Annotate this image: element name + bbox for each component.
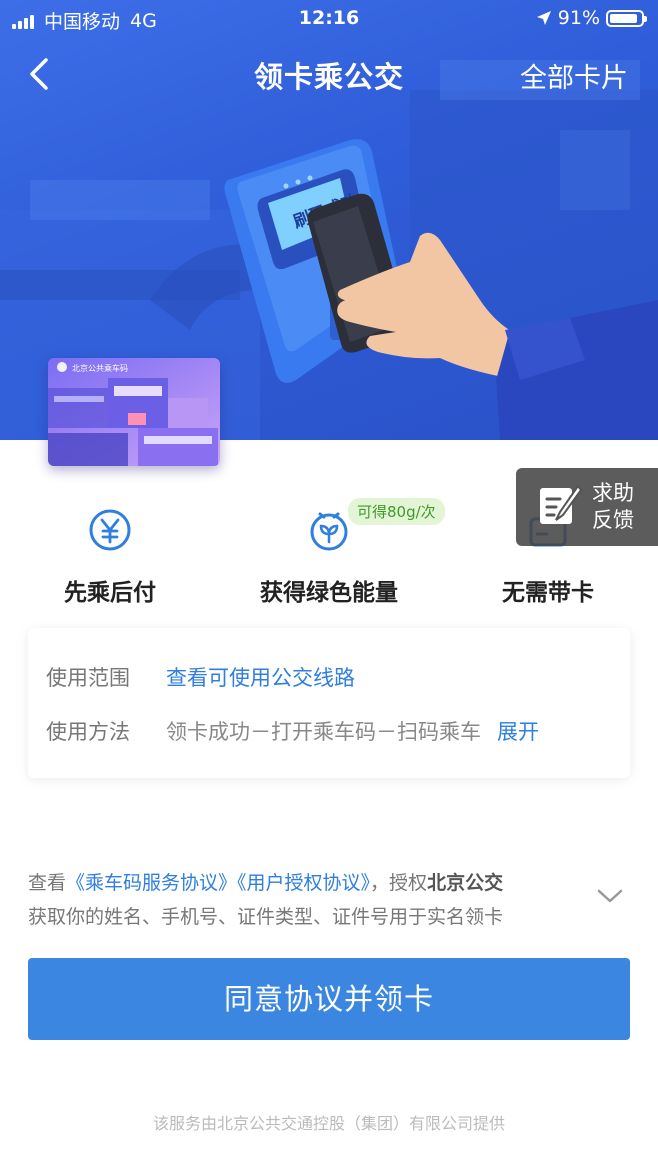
scope-row: 使用范围 查看可使用公交线路 [46,662,355,692]
sprout-icon [310,512,348,551]
all-cards-button[interactable]: 全部卡片 [520,56,628,95]
feature-label: 获得绿色能量 [260,580,398,606]
agreement-mid: ，授权 [370,872,428,894]
method-value: 领卡成功－打开乘车码－扫码乘车 [166,720,481,744]
agreement-prefix: 查看 [28,872,67,894]
card-thumbnail[interactable]: 北京公共乘车码 [48,358,220,466]
feedback-label: 反馈 [592,508,634,532]
feature-label: 无需带卡 [502,580,594,606]
view-routes-link[interactable]: 查看可使用公交线路 [166,666,355,690]
agreement-line-2: 获取你的姓名、手机号、证件类型、证件号用于实名领卡 [28,906,504,928]
battery-icon [606,9,647,27]
help-label: 求助 [592,481,634,505]
location-icon [536,11,551,25]
agreement-line-1: 查看《乘车码服务协议》《用户授权协议》，授权北京公交 [28,866,588,900]
bus-card-art [48,362,218,466]
edit-icon [540,484,582,524]
provider-footer: 该服务由北京公共交通控股（集团）有限公司提供 [152,1114,505,1133]
card-name: 北京公共乘车码 [72,364,128,373]
scope-key: 使用范围 [46,666,130,690]
agreement-text: 查看《乘车码服务协议》《用户授权协议》，授权北京公交 获取你的姓名、手机号、证件… [28,866,588,934]
chevron-down-icon [597,889,623,903]
expand-agreement-button[interactable] [596,886,624,910]
nav-bar: 领卡乘公交 全部卡片 [0,42,658,106]
method-key: 使用方法 [46,720,130,744]
user-authorization-link[interactable]: 《用户授权协议》 [237,872,370,894]
feature-label: 先乘后付 [64,580,156,606]
org-name: 北京公交 [427,872,504,894]
agree-and-claim-button[interactable]: 同意协议并领卡 [28,958,630,1040]
battery-percent: 91% [557,7,600,29]
service-agreement-link[interactable]: 《乘车码服务协议》 [66,872,237,894]
yen-icon [89,509,131,551]
expand-link[interactable]: 展开 [497,720,539,744]
method-row: 使用方法 领卡成功－打开乘车码－扫码乘车 展开 [46,716,539,746]
feature-pay-later: 先乘后付 [10,505,210,607]
energy-badge: 可得80g/次 [348,498,445,525]
usage-info-card: 使用范围 查看可使用公交线路 使用方法 领卡成功－打开乘车码－扫码乘车 展开 [28,628,630,778]
help-feedback-button[interactable]: 求助 反馈 [516,468,658,546]
status-bar: 中国移动 4G 12:16 91% [0,0,658,38]
